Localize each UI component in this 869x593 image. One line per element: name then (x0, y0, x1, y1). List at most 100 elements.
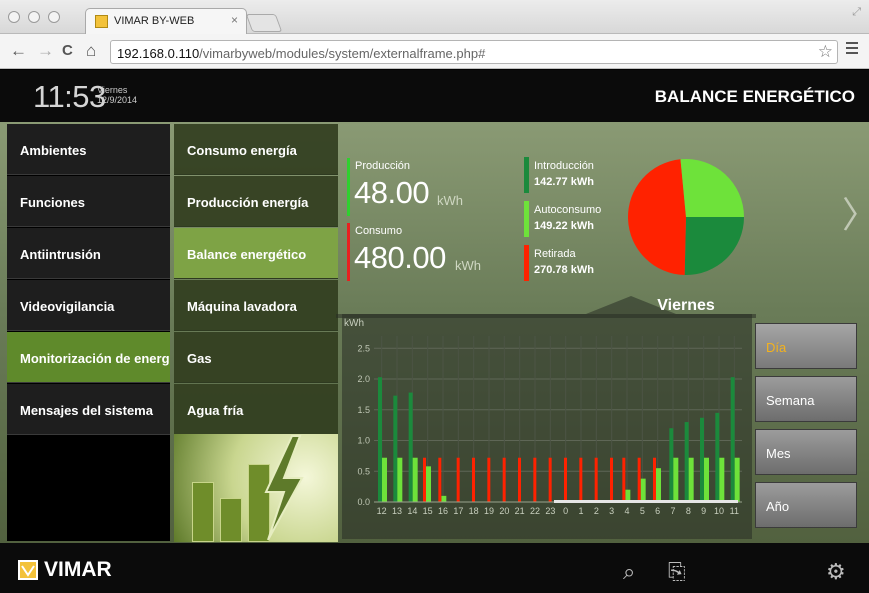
bookmark-star-icon[interactable]: ☆ (818, 42, 833, 62)
browser-tabstrip: VIMAR BY-WEB × ⤢ (0, 0, 869, 34)
bar-retirada (594, 457, 598, 502)
bar-autoconsumo (382, 457, 387, 502)
search-list-icon[interactable]: ⌕ (623, 559, 635, 585)
lightning-icon (264, 435, 304, 541)
period-semana-button[interactable]: Semana (755, 376, 857, 422)
sidebar-item-monitorizacion[interactable]: Monitorización de energía (7, 332, 170, 383)
sidebar-item-funciones[interactable]: Funciones (7, 176, 170, 227)
sidebar-item-videovigilancia[interactable]: Videovigilancia (7, 280, 170, 331)
vimar-logo-icon (18, 560, 38, 580)
x-tick-label: 14 (407, 506, 417, 516)
y-tick-label: 2.5 (357, 343, 370, 353)
clock-date-value: 12/9/2014 (97, 95, 138, 105)
x-tick-label: 0 (563, 506, 568, 516)
bar-autoconsumo (640, 478, 646, 502)
clock-day-name: Viernes (97, 85, 128, 95)
retirada-value: 270.78 kWh (534, 264, 594, 276)
bar-retirada (548, 457, 552, 502)
forward-icon[interactable]: → (37, 40, 54, 62)
submenu-item-consumo[interactable]: Consumo energía (174, 124, 338, 175)
fullscreen-icon[interactable]: ⤢ (852, 6, 861, 19)
hourly-bar-chart: kWh0.00.51.01.52.02.512 13 14 15 16 17 18 19 20 2… (344, 318, 742, 516)
bar-retirada (456, 457, 460, 502)
x-tick-label: 19 (484, 506, 494, 516)
bar-retirada (423, 457, 426, 502)
x-tick-label: 3 (609, 506, 614, 516)
retirada-label: Retirada (534, 248, 576, 260)
submenu-item-produccion[interactable]: Producción energía (174, 176, 338, 227)
bar-introduccion (669, 428, 674, 502)
reload-icon[interactable]: C (62, 40, 73, 62)
footer-brand: VIMAR (44, 558, 112, 581)
bar-autoconsumo (426, 466, 431, 502)
x-tick-label: 11 (730, 506, 739, 516)
bar-autoconsumo (719, 457, 725, 502)
x-tick-label: 5 (640, 506, 645, 516)
minimize-window-button[interactable] (28, 11, 40, 23)
bar-autoconsumo (441, 495, 447, 502)
x-tick-label: 15 (423, 506, 433, 516)
sidebar-item-mensajes[interactable]: Mensajes del sistema (7, 384, 170, 435)
y-axis-label: kWh (344, 318, 364, 329)
consumo-unit: kWh (455, 258, 481, 273)
autoconsumo-bar (524, 201, 529, 237)
bar-retirada (579, 457, 583, 502)
y-tick-label: 0.5 (357, 466, 370, 476)
x-tick-label: 17 (453, 506, 463, 516)
period-mes-button[interactable]: Mes (755, 429, 857, 475)
new-tab-button[interactable] (245, 14, 283, 32)
introduccion-value: 142.77 kWh (534, 176, 594, 188)
bar-autoconsumo (397, 457, 403, 502)
y-tick-label: 2.0 (357, 374, 370, 384)
page-title: BALANCE ENERGÉTICO (654, 87, 855, 106)
retirada-bar (524, 245, 529, 281)
next-arrow-icon[interactable]: 〉 (842, 186, 869, 238)
produccion-label: Producción (355, 160, 411, 172)
home-icon[interactable]: ⌂ (86, 40, 96, 62)
chart-scroll-indicator[interactable] (554, 500, 738, 503)
vimar-favicon-icon (95, 15, 108, 28)
x-tick-label: 18 (469, 506, 479, 516)
sidebar-item-ambientes[interactable]: Ambientes (7, 124, 170, 175)
x-tick-label: 16 (438, 506, 448, 516)
x-tick-label: 10 (714, 506, 724, 516)
address-bar[interactable]: 192.168.0.110/vimarbyweb/modules/system/… (110, 40, 838, 64)
browser-menu-icon[interactable] (846, 42, 858, 57)
submenu-item-gas[interactable]: Gas (174, 332, 338, 383)
back-icon[interactable]: ← (10, 40, 27, 62)
bar-autoconsumo (412, 457, 418, 502)
url-text: 192.168.0.110/vimarbyweb/modules/system/… (117, 46, 485, 61)
bar-retirada (610, 457, 613, 502)
browser-tab[interactable]: VIMAR BY-WEB × (85, 8, 247, 34)
period-dia-button[interactable]: Día (755, 323, 857, 369)
sidebar-item-antiintrusion[interactable]: Antiintrusión (7, 228, 170, 279)
produccion-value: 48.00 (354, 175, 430, 210)
submenu-item-agua[interactable]: Agua fría (174, 384, 338, 435)
produccion-unit: kWh (437, 193, 463, 208)
submenu-item-lavadora[interactable]: Máquina lavadora (174, 280, 338, 331)
bar-introduccion (730, 377, 735, 502)
settings-icon[interactable]: ⚙ (826, 559, 846, 585)
bar-retirada (653, 457, 656, 502)
clock-date: Viernes 12/9/2014 (97, 85, 137, 105)
introduccion-bar (524, 157, 529, 193)
export-icon[interactable]: ⎘ (668, 559, 686, 585)
bar-retirada (487, 457, 491, 502)
x-tick-label: 12 (377, 506, 387, 516)
consumo-bar (347, 223, 350, 281)
submenu-item-balance[interactable]: Balance energético (174, 228, 338, 279)
bar-introduccion (684, 422, 689, 502)
pie-slice (684, 217, 744, 275)
tab-close-icon[interactable]: × (231, 13, 238, 27)
zoom-window-button[interactable] (48, 11, 60, 23)
bar-retirada (438, 457, 442, 502)
y-tick-label: 1.5 (357, 405, 370, 415)
bar-retirada (533, 457, 537, 502)
x-tick-label: 13 (392, 506, 402, 516)
period-ano-button[interactable]: Año (755, 482, 857, 528)
browser-toolbar: ← → C ⌂ 192.168.0.110/vimarbyweb/modules… (0, 34, 869, 69)
close-window-button[interactable] (8, 11, 20, 23)
bar-introduccion (408, 392, 413, 502)
x-tick-label: 6 (655, 506, 660, 516)
bar-introduccion (715, 412, 720, 502)
